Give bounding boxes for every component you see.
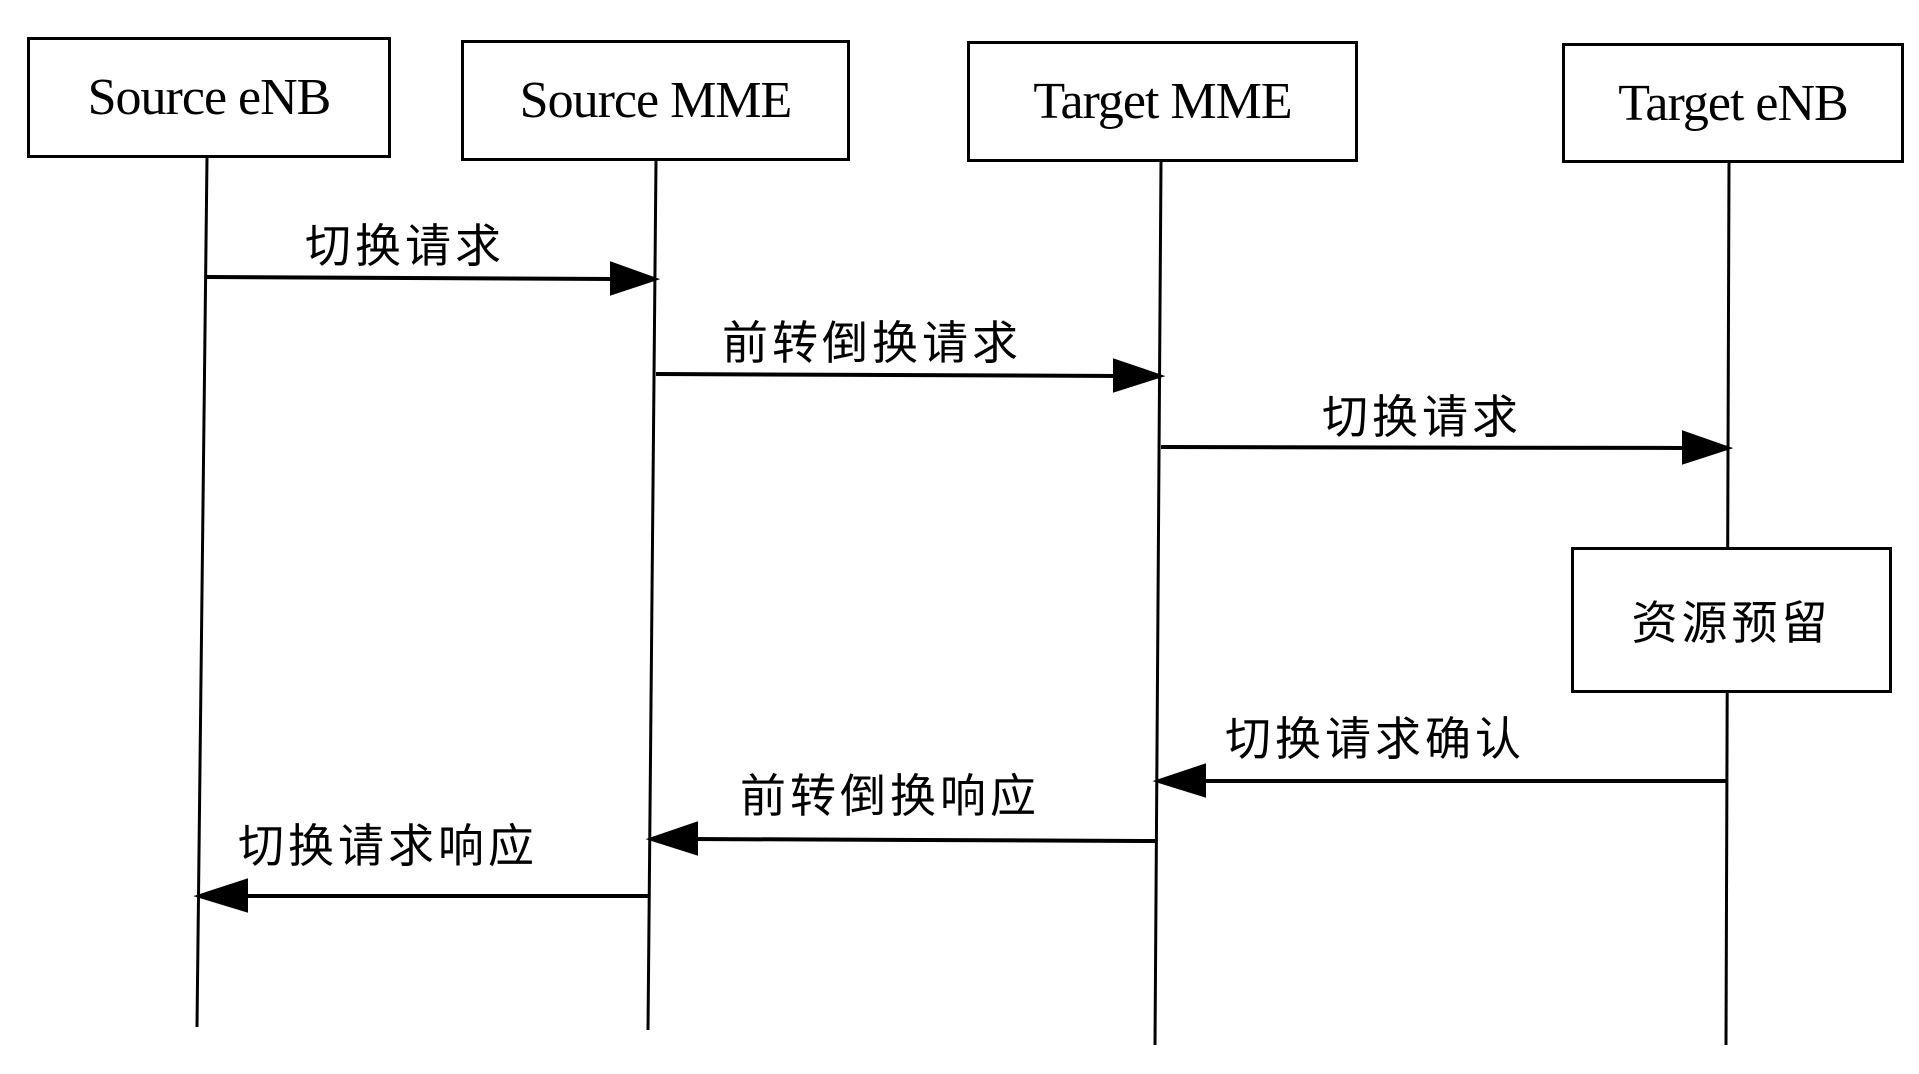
lifeline-source-mme bbox=[646, 159, 658, 1031]
participant-target-enb: Target eNB bbox=[1562, 43, 1904, 163]
arrowhead-2 bbox=[1113, 358, 1166, 393]
participant-label: Target eNB bbox=[1618, 74, 1848, 132]
participant-target-mme: Target MME bbox=[967, 41, 1358, 162]
arrowhead-5 bbox=[645, 821, 698, 856]
message-label-6: 切换请求响应 bbox=[238, 819, 538, 873]
note-resource-reservation: 资源预留 bbox=[1571, 547, 1892, 693]
message-arrow-1 bbox=[206, 275, 616, 281]
arrowhead-1 bbox=[610, 261, 661, 296]
message-label-5: 前转倒换响应 bbox=[740, 769, 1040, 823]
participant-label: Target MME bbox=[1033, 73, 1292, 130]
participant-source-enb: Source eNB bbox=[27, 37, 391, 158]
message-label-1: 切换请求 bbox=[305, 219, 505, 273]
arrowhead-4 bbox=[1152, 763, 1206, 798]
arrowhead-3 bbox=[1682, 430, 1734, 465]
participant-label: Source eNB bbox=[87, 69, 332, 126]
message-label-4: 切换请求确认 bbox=[1225, 712, 1525, 766]
message-label-2: 前转倒换请求 bbox=[722, 316, 1022, 370]
message-arrow-5 bbox=[689, 837, 1156, 843]
note-label: 资源预留 bbox=[1631, 596, 1832, 650]
lifeline-target-mme bbox=[1153, 161, 1163, 1046]
message-label-3: 切换请求 bbox=[1322, 390, 1522, 444]
participant-source-mme: Source MME bbox=[461, 40, 850, 161]
message-arrow-2 bbox=[655, 372, 1121, 378]
message-arrow-3 bbox=[1160, 445, 1689, 450]
arrowhead-6 bbox=[193, 878, 248, 913]
participant-label: Source MME bbox=[519, 72, 793, 129]
